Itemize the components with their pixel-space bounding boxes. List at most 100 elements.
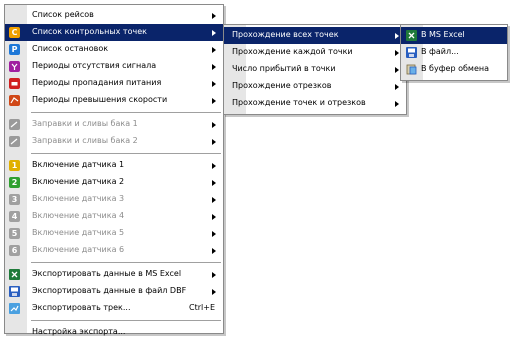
menu-item-sensor-1[interactable]: 1 Включение датчика 1 [5,157,223,174]
submenu-item-excel[interactable]: В MS Excel [401,27,507,44]
menu-item-label: Прохождение каждой точки [232,47,353,56]
submenu-arrow-icon [212,180,216,186]
menu-item-sensor-4[interactable]: 4 Включение датчика 4 [5,208,223,225]
menu-item-stops[interactable]: P Список остановок [5,41,223,58]
submenu-item-points-segments[interactable]: Прохождение точек и отрезков [224,95,406,112]
save-file-icon [406,47,417,58]
parking-icon: P [9,44,20,55]
submenu-arrow-icon [395,84,399,90]
submenu-arrow-icon [212,64,216,70]
menu-item-export-track[interactable]: Экспортировать трек... Ctrl+E [5,300,223,317]
menu-item-label: Включение датчика 6 [32,245,125,254]
submenu-item-file[interactable]: В файл... [401,44,507,61]
menu-item-label: Прохождение точек и отрезков [232,98,366,107]
sensor-1-icon: 1 [9,160,20,171]
submenu-item-all-points[interactable]: Прохождение всех точек [224,27,406,44]
menu-item-label: Включение датчика 2 [32,177,125,186]
submenu-checkpoints: Прохождение всех точек Прохождение каждо… [223,24,407,115]
menu-item-label: Экспортировать трек... [32,303,131,312]
submenu-arrow-icon [212,214,216,220]
submenu-arrow-icon [395,50,399,56]
menu-item-no-signal[interactable]: Периоды отсутствия сигнала [5,58,223,75]
menu-item-tank-2[interactable]: Заправки и сливы бака 2 [5,133,223,150]
submenu-export: В MS Excel В файл... В буфер обмена [400,24,508,81]
speed-icon [9,95,20,106]
sensor-4-icon: 4 [9,211,20,222]
sensor-3-icon: 3 [9,194,20,205]
submenu-arrow-icon [212,197,216,203]
menu-item-sensor-3[interactable]: 3 Включение датчика 3 [5,191,223,208]
submenu-item-each-point[interactable]: Прохождение каждой точки [224,44,406,61]
sensor-6-icon: 6 [9,245,20,256]
submenu-arrow-icon [395,67,399,73]
menu-item-export-dbf[interactable]: Экспортировать данные в файл DBF [5,283,223,300]
submenu-arrow-icon [212,81,216,87]
menu-separator [5,259,223,266]
menu-item-label: Прохождение всех точек [232,30,339,39]
menu-item-tank-1[interactable]: Заправки и сливы бака 1 [5,116,223,133]
submenu-arrow-icon [212,163,216,169]
menu-separator [5,150,223,157]
menu-item-sensor-6[interactable]: 6 Включение датчика 6 [5,242,223,259]
submenu-arrow-icon [212,13,216,19]
menu-item-label: Экспортировать данные в MS Excel [32,269,182,278]
menu-item-label: Включение датчика 5 [32,228,125,237]
menu-item-label: Включение датчика 3 [32,194,125,203]
excel-icon [9,269,20,280]
submenu-arrow-icon [212,139,216,145]
power-icon [9,78,20,89]
checkpoints-icon: C [9,27,20,38]
menu-separator [5,109,223,116]
submenu-arrow-icon [212,47,216,53]
submenu-item-clipboard[interactable]: В буфер обмена [401,61,507,78]
menu-item-label: Настройка экспорта... [32,327,126,336]
menu-item-label: Число прибытий в точки [232,64,336,73]
save-file-icon [9,286,20,297]
menu-item-label: В буфер обмена [421,64,489,73]
sensor-2-icon: 2 [9,177,20,188]
menu-item-label: Экспортировать данные в файл DBF [32,286,187,295]
sensor-5-icon: 5 [9,228,20,239]
menu-item-label: Периоды отсутствия сигнала [32,61,157,70]
menu-item-sensor-2[interactable]: 2 Включение датчика 2 [5,174,223,191]
signal-icon [9,61,20,72]
menu-item-speeding[interactable]: Периоды превышения скорости [5,92,223,109]
menu-item-power-loss[interactable]: Периоды пропадания питания [5,75,223,92]
submenu-arrow-icon [212,289,216,295]
submenu-arrow-icon [395,101,399,107]
submenu-arrow-icon [212,122,216,128]
submenu-arrow-icon [212,248,216,254]
menu-item-export-excel[interactable]: Экспортировать данные в MS Excel [5,266,223,283]
menu-separator [5,317,223,324]
submenu-item-segments[interactable]: Прохождение отрезков [224,78,406,95]
submenu-arrow-icon [395,33,399,39]
menu-item-checkpoints[interactable]: C Список контрольных точек [5,24,223,41]
menu-item-label: Прохождение отрезков [232,81,332,90]
menu-item-trips[interactable]: Список рейсов [5,7,223,24]
submenu-arrow-icon [212,272,216,278]
menu-item-label: Список контрольных точек [32,27,147,36]
submenu-arrow-icon [212,231,216,237]
menu-item-label: Периоды пропадания питания [32,78,162,87]
menu-item-label: В MS Excel [421,30,465,39]
excel-icon [406,30,417,41]
menu-item-label: Включение датчика 1 [32,160,125,169]
shortcut-label: Ctrl+E [189,303,215,312]
menu-item-label: Включение датчика 4 [32,211,125,220]
fuel-icon [9,119,20,130]
menu-item-label: Заправки и сливы бака 1 [32,119,138,128]
context-menu-main: Список рейсов C Список контрольных точек… [4,4,224,336]
menu-item-label: Заправки и сливы бака 2 [32,136,138,145]
menu-item-label: Периоды превышения скорости [32,95,168,104]
menu-item-label: В файл... [421,47,459,56]
fuel-icon [9,136,20,147]
submenu-item-arrivals[interactable]: Число прибытий в точки [224,61,406,78]
clipboard-icon [406,64,417,75]
menu-item-export-settings[interactable]: Настройка экспорта... [5,324,223,341]
submenu-arrow-icon [212,98,216,104]
menu-item-sensor-5[interactable]: 5 Включение датчика 5 [5,225,223,242]
menu-item-label: Список остановок [32,44,109,53]
submenu-arrow-icon [212,30,216,36]
export-track-icon [9,303,20,314]
menu-item-label: Список рейсов [32,10,94,19]
